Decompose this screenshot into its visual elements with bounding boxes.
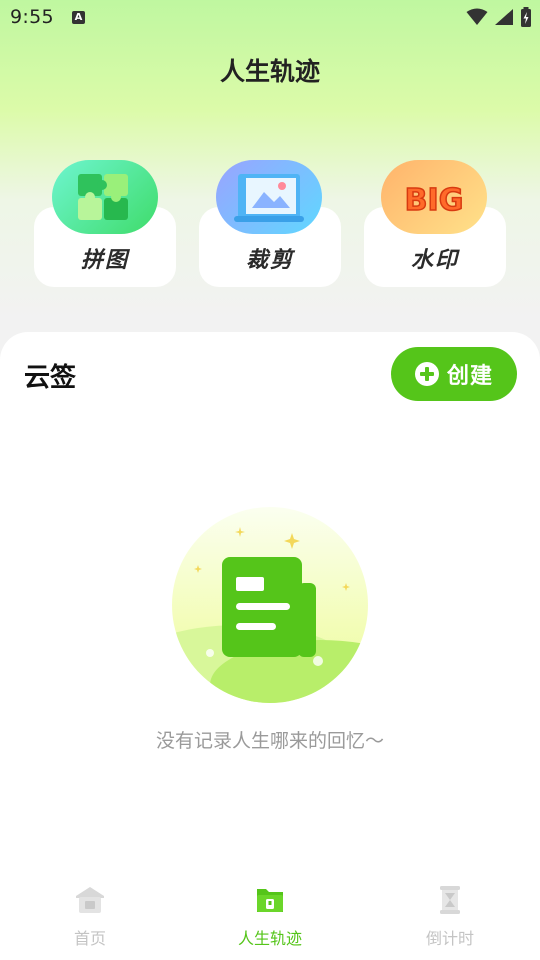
puzzle-tool-label: 拼图: [80, 248, 129, 273]
create-button-label: 创建: [446, 364, 493, 389]
tab-countdown[interactable]: 倒计时: [360, 876, 540, 960]
tab-home[interactable]: 首页: [0, 876, 180, 960]
section-title: 云签: [24, 363, 77, 393]
hourglass-icon: [440, 886, 460, 914]
status-bar: 9:55 A: [0, 0, 540, 36]
signal-icon: [495, 9, 513, 25]
watermark-tool-label: 水印: [410, 248, 459, 273]
empty-state-text: 没有记录人生哪来的回忆～: [155, 730, 384, 752]
tab-countdown-label: 倒计时: [425, 929, 474, 948]
crop-icon: [216, 160, 322, 234]
bottom-tabbar: 首页 人生轨迹 倒计时: [0, 876, 540, 960]
plus-circle-icon: [414, 362, 439, 386]
folder-icon: [257, 889, 283, 912]
tab-life-track[interactable]: 人生轨迹: [180, 876, 360, 960]
create-button[interactable]: 创建: [391, 347, 517, 401]
empty-document-icon: [170, 505, 370, 705]
home-icon: [76, 887, 104, 913]
wifi-icon: [466, 8, 488, 25]
crop-tool-label: 裁剪: [245, 248, 294, 273]
battery-icon: [521, 7, 531, 27]
puzzle-icon: [52, 160, 158, 234]
status-time: 9:55: [10, 6, 54, 28]
big-text: BIG: [405, 183, 464, 218]
tab-home-label: 首页: [73, 929, 106, 948]
tab-life-track-label: 人生轨迹: [237, 929, 302, 948]
notification-icon: A: [72, 11, 85, 24]
watermark-big-icon: BIG: [381, 160, 487, 234]
page-title: 人生轨迹: [219, 57, 320, 86]
